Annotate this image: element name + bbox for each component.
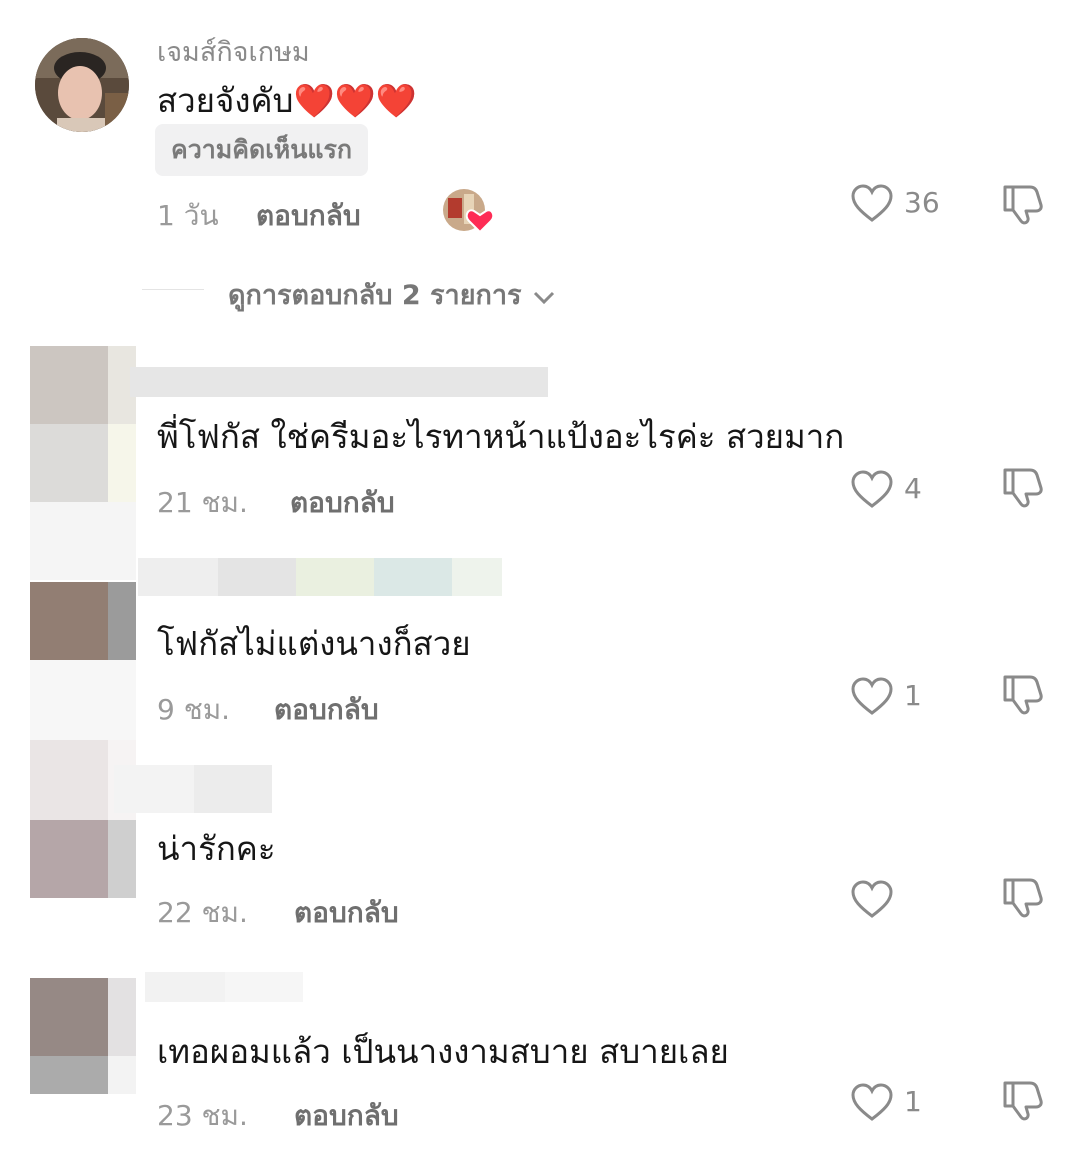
- username-redacted: [138, 558, 502, 596]
- dislike-icon[interactable]: [1000, 876, 1046, 918]
- comment-text: พี่โฟกัส ใช่ครีมอะไรทาหน้าแป้งอะไรค่ะ สว…: [157, 417, 845, 456]
- comment-text: สวยจังคับ❤️❤️❤️: [157, 74, 417, 127]
- comment-time: 1 วัน: [157, 199, 219, 232]
- like-count: 4: [904, 472, 922, 505]
- comment-text: น่ารักคะ: [157, 829, 276, 868]
- avatar-redacted: [30, 660, 136, 740]
- replies-divider: [142, 289, 204, 290]
- avatar[interactable]: [30, 978, 136, 1094]
- like-icon[interactable]: [850, 676, 894, 716]
- view-replies-button[interactable]: ดูการตอบกลับ 2 รายการ: [228, 273, 557, 316]
- avatar-redacted: [30, 502, 136, 580]
- like-count: 1: [904, 1085, 922, 1118]
- dislike-icon[interactable]: [1000, 183, 1046, 225]
- first-comment-badge: ความคิดเห็นแรก: [155, 124, 369, 176]
- like-icon[interactable]: [850, 183, 894, 223]
- avatar[interactable]: [30, 582, 136, 660]
- username-redacted: [130, 367, 548, 397]
- comment-username[interactable]: เจมส์กิจเกษม: [157, 30, 310, 73]
- like-count: 1: [904, 679, 922, 712]
- comment-time: 23 ชม.: [157, 1099, 248, 1132]
- avatar[interactable]: [35, 38, 129, 132]
- comment-text-body: สวยจังคับ: [157, 81, 294, 120]
- creator-liked-heart-icon: [442, 188, 494, 234]
- like-icon[interactable]: [850, 879, 894, 919]
- like-icon[interactable]: [850, 469, 894, 509]
- reply-button[interactable]: ตอบกลับ: [290, 481, 395, 525]
- like-icon[interactable]: [850, 1082, 894, 1122]
- dislike-icon[interactable]: [1000, 1079, 1046, 1121]
- reply-button[interactable]: ตอบกลับ: [294, 1094, 399, 1138]
- chevron-down-icon: [531, 287, 557, 307]
- comment-time: 21 ชม.: [157, 486, 248, 519]
- comment-time: 9 ชม.: [157, 693, 231, 726]
- view-replies-label: ดูการตอบกลับ 2 รายการ: [228, 280, 522, 311]
- comment-time: 22 ชม.: [157, 896, 248, 929]
- reply-button[interactable]: ตอบกลับ: [294, 891, 399, 935]
- heart-emoji: ❤️❤️❤️: [293, 81, 417, 120]
- comment-text: เทอผอมแล้ว เป็นนางงามสบาย สบายเลย: [157, 1032, 729, 1071]
- comment-text: โฟกัสไม่แต่งนางก็สวย: [157, 624, 471, 663]
- avatar[interactable]: [30, 346, 136, 502]
- avatar[interactable]: [30, 820, 136, 898]
- like-count: 36: [904, 186, 940, 219]
- reply-button[interactable]: ตอบกลับ: [274, 688, 379, 732]
- reply-button[interactable]: ตอบกลับ: [256, 194, 361, 238]
- dislike-icon[interactable]: [1000, 466, 1046, 508]
- username-redacted: [114, 765, 272, 813]
- username-redacted: [145, 972, 303, 1002]
- dislike-icon[interactable]: [1000, 673, 1046, 715]
